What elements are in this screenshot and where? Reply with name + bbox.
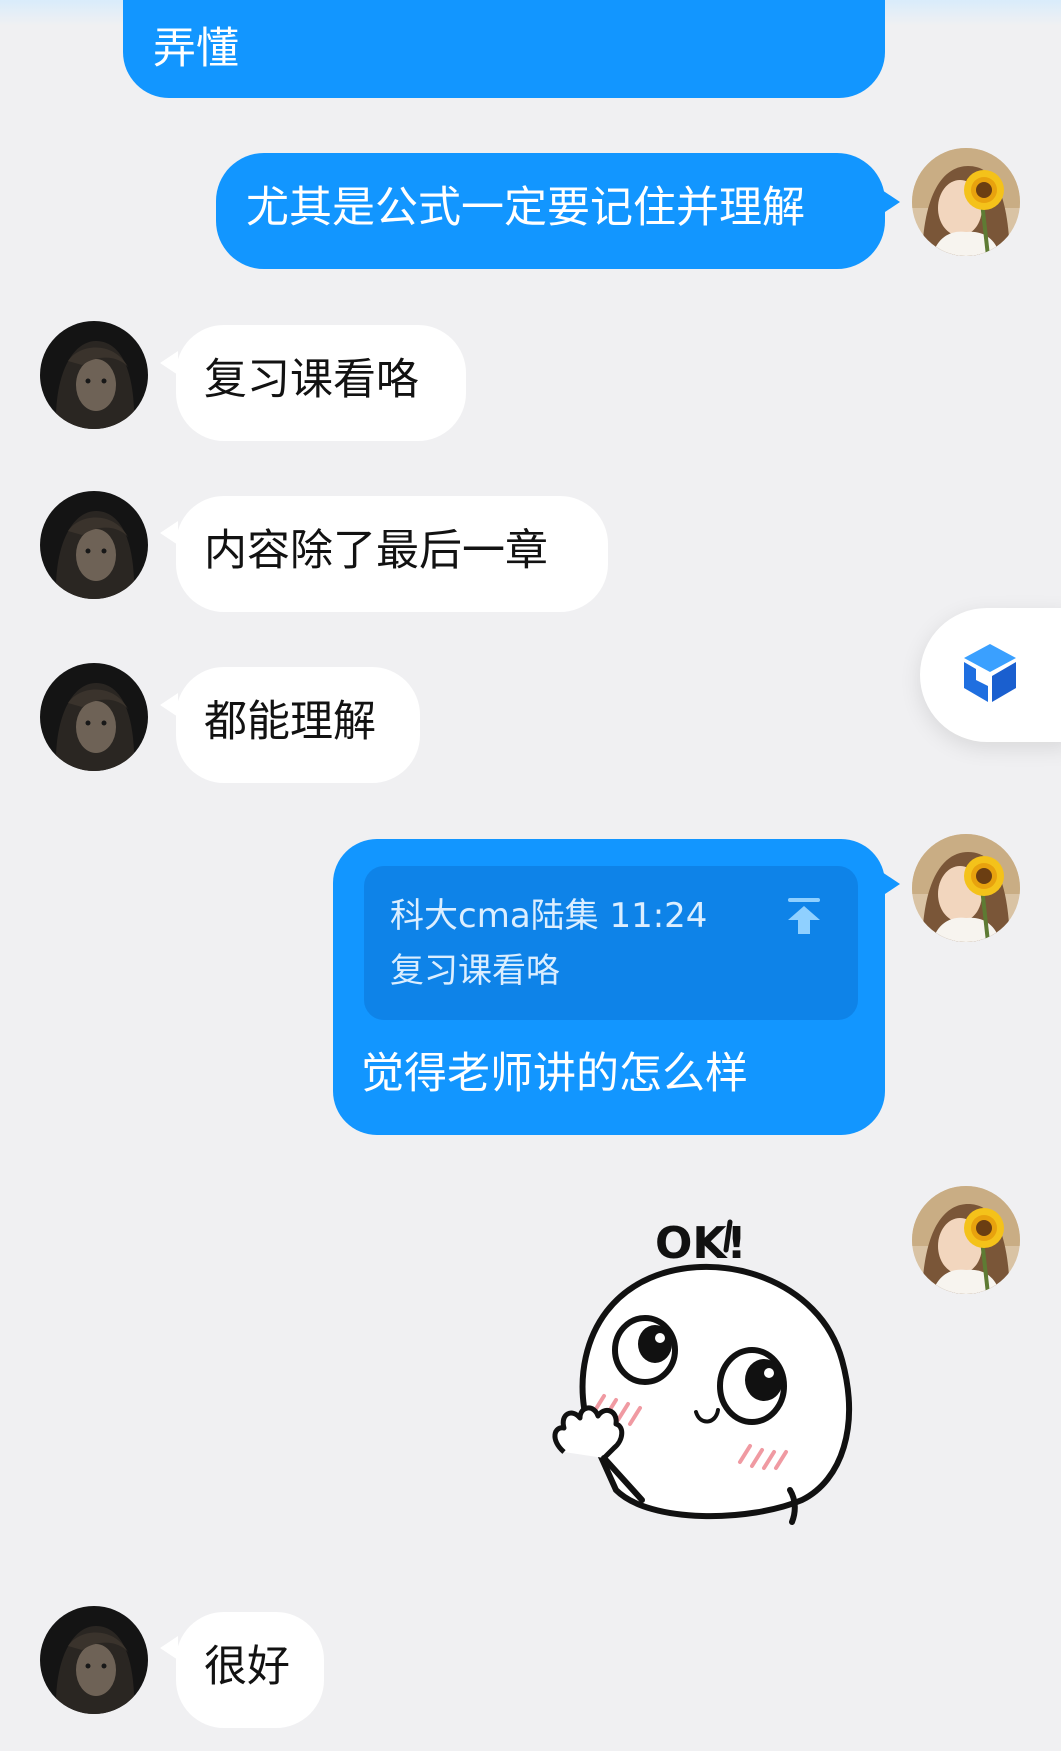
message-text: 内容除了最后一章 [204,526,548,576]
message-text: 都能理解 [204,697,376,747]
bubble-tail [882,872,900,896]
message-text: 尤其是公式一定要记住并理解 [246,183,805,233]
outgoing-reply-bubble[interactable]: 科大cma陆集 11:24 复习课看咯 觉得老师讲的怎么样 [333,839,885,1135]
quoted-message[interactable]: 科大cma陆集 11:24 复习课看咯 [364,866,858,1020]
contact-avatar[interactable] [40,663,148,771]
incoming-message-bubble[interactable]: 很好 [176,1612,324,1728]
incoming-message-bubble[interactable]: 复习课看咯 [176,325,466,441]
floating-side-button[interactable] [920,608,1061,742]
message-text: 复习课看咯 [204,355,419,405]
incoming-message-bubble[interactable]: 内容除了最后一章 [176,496,608,612]
arrow-up-to-top-icon[interactable] [786,896,822,949]
contact-avatar[interactable] [40,1606,148,1714]
cube-logo-icon [960,642,1020,708]
quote-sender-time: 科大cma陆集 11:24 [390,896,708,936]
contact-avatar[interactable] [40,491,148,599]
contact-avatar[interactable] [40,321,148,429]
incoming-message-bubble[interactable]: 都能理解 [176,667,420,783]
my-avatar[interactable] [912,1186,1020,1294]
quote-text: 复习课看咯 [390,950,560,991]
my-avatar[interactable] [912,834,1020,942]
message-text: 弄懂 [153,24,239,74]
outgoing-message-bubble[interactable]: 弄懂 [123,0,885,98]
ok-sticker[interactable]: OK! [520,1200,880,1564]
outgoing-message-bubble[interactable]: 尤其是公式一定要记住并理解 [216,153,885,269]
my-avatar[interactable] [912,148,1020,256]
message-text: 很好 [204,1642,290,1692]
bubble-tail [882,190,900,214]
message-text: 觉得老师讲的怎么样 [361,1049,748,1099]
sticker-ok-text: OK! [655,1218,747,1269]
